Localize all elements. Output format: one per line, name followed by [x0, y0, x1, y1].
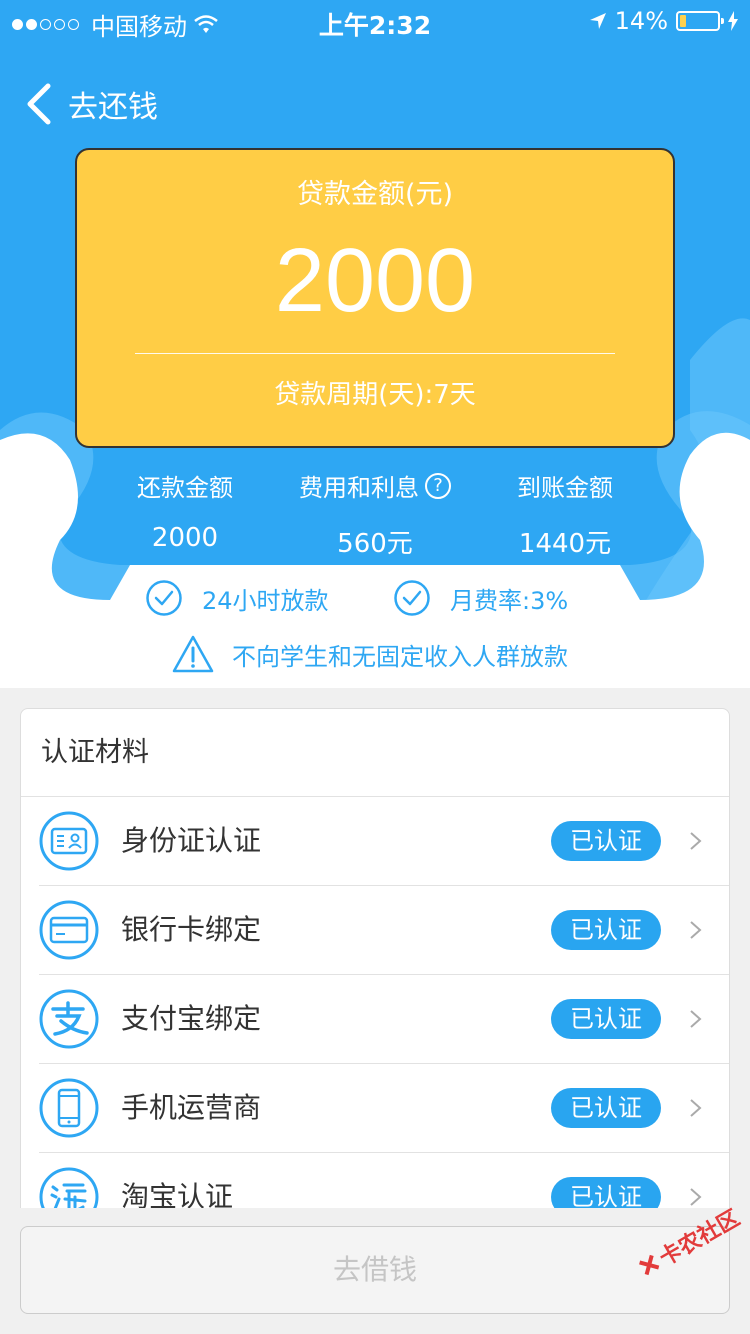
status-bar: 中国移动 上午2:32 14% — [0, 0, 750, 41]
list-item-id-card[interactable]: 身份证认证 已认证 — [39, 797, 729, 886]
battery-icon — [676, 11, 724, 31]
check-circle-icon — [394, 580, 430, 616]
status-badge: 已认证 — [551, 1088, 661, 1128]
location-arrow-icon — [589, 13, 606, 29]
fee-stat: 费用和利息? 560元 — [275, 468, 475, 560]
chevron-right-icon — [690, 1188, 702, 1206]
repay-value: 2000 — [151, 523, 219, 553]
card-divider — [135, 353, 615, 354]
verification-panel: 认证材料 身份证认证 已认证 银行卡绑定 已认证 支付宝绑定 已认证 手机运营商… — [20, 708, 730, 1228]
borrow-button[interactable]: 去借钱 — [20, 1226, 730, 1314]
loan-amount: 2000 — [274, 231, 476, 331]
hero-section: 中国移动 上午2:32 14% 去还钱 贷款金额(元) 2000 贷款周期(天)… — [0, 0, 750, 688]
check-circle-icon — [146, 580, 182, 616]
notice-text: 不向学生和无固定收入人群放款 — [232, 642, 568, 671]
list-item-label: 身份证认证 — [121, 824, 262, 857]
status-badge: 已认证 — [551, 821, 661, 861]
battery-percent: 14% — [614, 7, 668, 35]
help-icon[interactable]: ? — [425, 472, 451, 499]
notice: 不向学生和无固定收入人群放款 — [172, 635, 568, 673]
arrival-value: 1440元 — [518, 529, 612, 559]
phone-icon — [39, 1078, 99, 1138]
list-item-label: 支付宝绑定 — [121, 1002, 262, 1035]
panel-title: 认证材料 — [21, 709, 729, 797]
fee-value: 560元 — [337, 529, 413, 559]
feature-rate: 月费率:3% — [394, 580, 568, 616]
arrival-label: 到账金额 — [517, 474, 613, 502]
list-item-label: 手机运营商 — [121, 1091, 262, 1124]
list-item-bank-card[interactable]: 银行卡绑定 已认证 — [39, 886, 729, 975]
bank-card-icon — [39, 900, 99, 960]
nav-bar: 去还钱 — [0, 70, 750, 140]
repay-label: 还款金额 — [137, 474, 233, 502]
feature-fast-loan: 24小时放款 — [146, 580, 329, 616]
list-item-phone-carrier[interactable]: 手机运营商 已认证 — [39, 1064, 729, 1153]
feature-fast-loan-label: 24小时放款 — [202, 586, 329, 615]
chevron-right-icon — [690, 832, 702, 850]
bottom-bar: 去借钱 — [0, 1208, 750, 1334]
feature-rate-label: 月费率:3% — [450, 586, 569, 615]
fee-label: 费用和利息 — [299, 474, 419, 502]
back-label: 去还钱 — [68, 90, 158, 125]
chevron-right-icon — [690, 1099, 702, 1117]
chevron-left-icon — [27, 83, 51, 125]
alipay-icon — [39, 989, 99, 1049]
loan-period: 贷款周期(天):7天 — [274, 380, 476, 410]
status-badge: 已认证 — [551, 910, 661, 950]
charging-icon — [728, 11, 738, 31]
back-button[interactable]: 去还钱 — [24, 82, 158, 126]
id-card-icon — [39, 811, 99, 871]
warning-icon — [172, 635, 214, 673]
chevron-right-icon — [690, 921, 702, 939]
loan-amount-label: 贷款金额(元) — [296, 179, 454, 210]
chevron-right-icon — [690, 1010, 702, 1028]
arrival-stat: 到账金额 1440元 — [465, 468, 665, 560]
repay-stat: 还款金额 2000 — [85, 468, 285, 553]
status-badge: 已认证 — [551, 999, 661, 1039]
list-item-label: 银行卡绑定 — [121, 913, 262, 946]
loan-card: 贷款金额(元) 2000 贷款周期(天):7天 — [75, 148, 675, 448]
list-item-alipay[interactable]: 支付宝绑定 已认证 — [39, 975, 729, 1064]
